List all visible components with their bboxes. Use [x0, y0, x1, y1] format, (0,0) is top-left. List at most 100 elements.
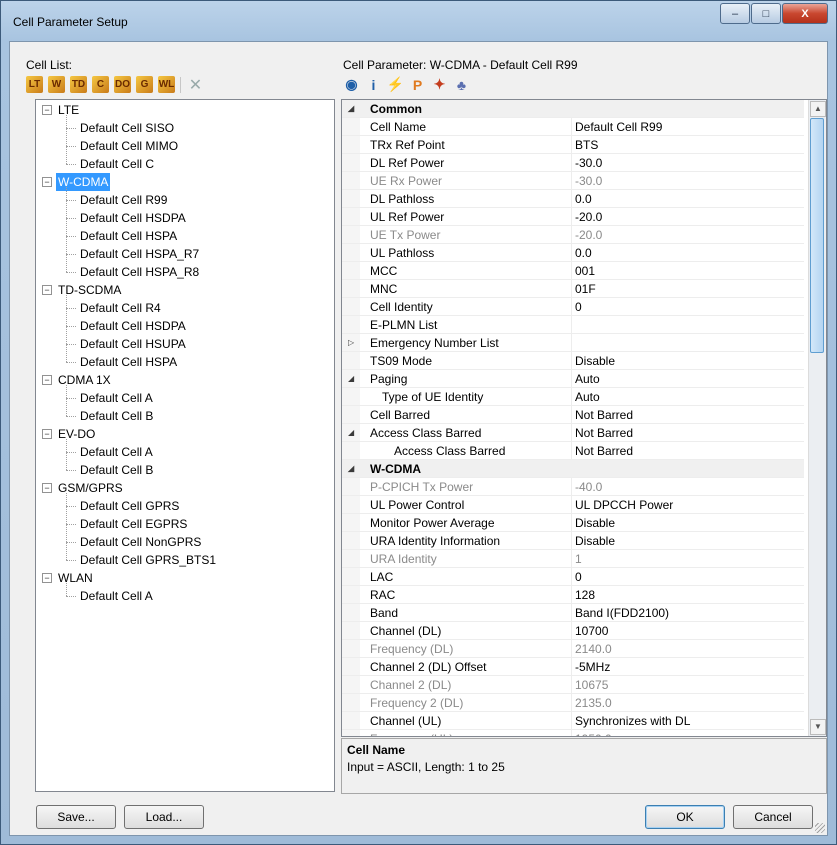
collapse-icon[interactable]: − — [42, 285, 52, 295]
property-value[interactable]: 001 — [575, 262, 595, 280]
property-row[interactable]: UL Ref Power -20.0 — [342, 208, 804, 226]
property-value[interactable]: Disable — [575, 352, 615, 370]
add-tdscdma-cell-icon[interactable]: TD — [70, 76, 87, 93]
add-wcdma-cell-icon[interactable]: W — [48, 76, 65, 93]
property-row[interactable]: Cell Identity 0 — [342, 298, 804, 316]
property-value[interactable]: 10700 — [575, 622, 608, 640]
collapse-icon[interactable]: − — [42, 105, 52, 115]
tree-leaf-label[interactable]: Default Cell NonGPRS — [78, 533, 203, 551]
property-row[interactable]: Type of UE Identity Auto — [342, 388, 804, 406]
collapse-icon[interactable]: − — [42, 573, 52, 583]
property-value[interactable]: Not Barred — [575, 442, 633, 460]
property-row[interactable]: ◢ Access Class Barred Not Barred — [342, 424, 804, 442]
property-value[interactable]: Auto — [575, 370, 600, 388]
property-value[interactable]: Disable — [575, 514, 615, 532]
expand-icon[interactable]: ▷ — [348, 334, 354, 352]
property-row[interactable]: E-PLMN List — [342, 316, 804, 334]
cell-tree[interactable]: − LTE Default Cell SISO Default Cell MIMO De… — [35, 99, 335, 792]
add-gsm-cell-icon[interactable]: G — [136, 76, 153, 93]
property-row[interactable]: RAC 128 — [342, 586, 804, 604]
add-wlan-cell-icon[interactable]: WL — [158, 76, 175, 93]
property-row[interactable]: ◢ Paging Auto — [342, 370, 804, 388]
title-bar[interactable]: Cell Parameter Setup – □ X — [1, 1, 836, 41]
property-row[interactable]: URA Identity 1 — [342, 550, 804, 568]
tree-leaf-label[interactable]: Default Cell GPRS_BTS1 — [78, 551, 218, 569]
property-category[interactable]: ◢ Common — [342, 100, 804, 118]
tree-node-label[interactable]: CDMA 1X — [56, 371, 113, 389]
tree-node-label[interactable]: EV-DO — [56, 425, 97, 443]
property-value[interactable]: 0 — [575, 298, 582, 316]
tree-leaf-label[interactable]: Default Cell B — [78, 461, 155, 479]
tree-leaf-label[interactable]: Default Cell B — [78, 407, 155, 425]
property-row[interactable]: UE Rx Power -30.0 — [342, 172, 804, 190]
property-row[interactable]: P-CPICH Tx Power -40.0 — [342, 478, 804, 496]
property-grid[interactable]: ◢ Common Cell Name Default Cell R99 TRx Ref … — [341, 99, 827, 737]
tree-node-label[interactable]: W-CDMA — [56, 173, 111, 191]
property-row[interactable]: DL Pathloss 0.0 — [342, 190, 804, 208]
property-row[interactable]: TS09 Mode Disable — [342, 352, 804, 370]
tree-node-label[interactable]: LTE — [56, 101, 81, 119]
resize-grip-icon[interactable] — [815, 823, 825, 833]
minimize-button[interactable]: – — [720, 3, 750, 24]
property-row[interactable]: UE Tx Power -20.0 — [342, 226, 804, 244]
tree-leaf-label[interactable]: Default Cell GPRS — [78, 497, 181, 515]
delete-cell-icon[interactable]: ✕ — [187, 76, 204, 94]
property-row[interactable]: DL Ref Power -30.0 — [342, 154, 804, 172]
property-value[interactable]: -20.0 — [575, 208, 602, 226]
tree-leaf-label[interactable]: Default Cell R4 — [78, 299, 163, 317]
property-value[interactable]: Auto — [575, 388, 600, 406]
add-evdo-cell-icon[interactable]: DO — [114, 76, 131, 93]
property-row[interactable]: Frequency 2 (DL) 2135.0 — [342, 694, 804, 712]
collapse-icon[interactable]: ◢ — [348, 370, 354, 388]
tree-node-label[interactable]: WLAN — [56, 569, 95, 587]
network-icon[interactable]: ♣ — [453, 76, 470, 93]
property-row[interactable]: UL Power Control UL DPCCH Power — [342, 496, 804, 514]
property-value[interactable]: Disable — [575, 532, 615, 550]
tree-leaf-label[interactable]: Default Cell HSPA_R8 — [78, 263, 201, 281]
property-value[interactable]: 0.0 — [575, 190, 592, 208]
tree-leaf-label[interactable]: Default Cell HSDPA — [78, 317, 188, 335]
property-row[interactable]: Cell Name Default Cell R99 — [342, 118, 804, 136]
collapse-icon[interactable]: − — [42, 429, 52, 439]
property-row[interactable]: MNC 01F — [342, 280, 804, 298]
maximize-button[interactable]: □ — [751, 3, 781, 24]
tree-leaf-label[interactable]: Default Cell HSDPA — [78, 209, 188, 227]
property-row[interactable]: Monitor Power Average Disable — [342, 514, 804, 532]
collapse-icon[interactable]: ◢ — [348, 100, 354, 118]
tree-leaf-label[interactable]: Default Cell HSPA_R7 — [78, 245, 201, 263]
scrollbar-thumb[interactable] — [810, 118, 824, 353]
property-row[interactable]: Frequency (DL) 2140.0 — [342, 640, 804, 658]
events-icon[interactable]: ⚡ — [387, 76, 404, 93]
property-value[interactable]: Synchronizes with DL — [575, 712, 690, 730]
cancel-button[interactable]: Cancel — [733, 805, 813, 829]
property-row[interactable]: URA Identity Information Disable — [342, 532, 804, 550]
close-button[interactable]: X — [782, 3, 828, 24]
tree-leaf-label[interactable]: Default Cell A — [78, 389, 155, 407]
property-value[interactable]: 0.0 — [575, 244, 592, 262]
tree-leaf-label[interactable]: Default Cell HSPA — [78, 227, 179, 245]
tree-leaf-label[interactable]: Default Cell HSPA — [78, 353, 179, 371]
property-value[interactable]: -30.0 — [575, 154, 602, 172]
tree-leaf-label[interactable]: Default Cell C — [78, 155, 156, 173]
property-row[interactable]: Band Band I(FDD2100) — [342, 604, 804, 622]
property-value[interactable]: 128 — [575, 586, 595, 604]
property-value[interactable]: 0 — [575, 568, 582, 586]
property-row[interactable]: Channel (DL) 10700 — [342, 622, 804, 640]
property-row[interactable]: Access Class Barred Not Barred — [342, 442, 804, 460]
tree-leaf-label[interactable]: Default Cell A — [78, 443, 155, 461]
vertical-scrollbar[interactable]: ▲ ▼ — [808, 100, 826, 736]
property-row[interactable]: MCC 001 — [342, 262, 804, 280]
cell-icon[interactable]: ✦ — [431, 76, 448, 93]
save-button[interactable]: Save... — [36, 805, 116, 829]
collapse-icon[interactable]: − — [42, 483, 52, 493]
tree-leaf-label[interactable]: Default Cell MIMO — [78, 137, 180, 155]
property-value[interactable]: Band I(FDD2100) — [575, 604, 669, 622]
property-row[interactable]: TRx Ref Point BTS — [342, 136, 804, 154]
add-lte-cell-icon[interactable]: LT — [26, 76, 43, 93]
property-row[interactable]: LAC 0 — [342, 568, 804, 586]
tree-leaf-label[interactable]: Default Cell SISO — [78, 119, 176, 137]
tree-leaf-label[interactable]: Default Cell R99 — [78, 191, 169, 209]
property-value[interactable]: 01F — [575, 280, 596, 298]
property-value[interactable]: UL DPCCH Power — [575, 496, 673, 514]
add-cdma-cell-icon[interactable]: C — [92, 76, 109, 93]
